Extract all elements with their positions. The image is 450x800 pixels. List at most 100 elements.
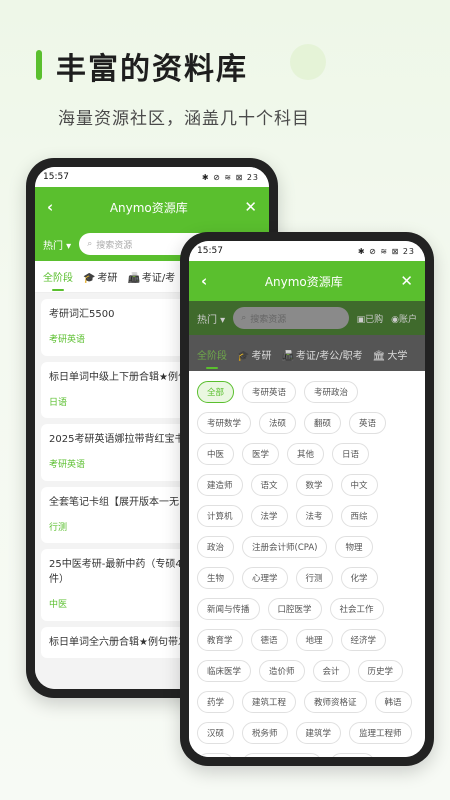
front-header: 热门 ▾ ⌕ 搜索资源 ▣已购 ◉账户 全阶段 🎓 考研 📠 考证/考公/职考 🏛 大… — [189, 301, 425, 373]
graduate-icon: 🎓 — [237, 350, 250, 362]
search-icon: ⌕ — [241, 313, 247, 323]
status-icons: ✱ ⊘ ≋ ⊠ 23 — [201, 172, 259, 182]
hot-dropdown[interactable]: 热门 ▾ — [197, 311, 225, 326]
title-accent-bar — [36, 50, 42, 80]
phone-front: 15:57 ✱ ⊘ ≋ ⊠ 23 ‹ Anymo资源库 ✕ 热门 ▾ ⌕ 搜索资… — [180, 232, 434, 766]
subject-chip[interactable]: 心理学 — [242, 567, 288, 589]
subject-chip[interactable]: 历史学 — [357, 660, 404, 682]
hot-dropdown[interactable]: 热门 ▾ — [43, 237, 71, 252]
subject-chip[interactable]: 汉硕 — [197, 722, 235, 744]
subject-chip[interactable]: 管理学 — [329, 753, 376, 757]
subject-chip[interactable]: 政治 — [197, 536, 235, 558]
subject-chip[interactable]: 德语 — [250, 629, 288, 651]
subject-chip[interactable]: 药学 — [197, 691, 235, 713]
graduate-icon: 🎓 — [83, 273, 96, 284]
account-link[interactable]: ◉账户 — [391, 312, 417, 325]
app-title: Anymo资源库 — [109, 200, 188, 215]
search-input[interactable]: ⌕ 搜索资源 — [233, 307, 349, 329]
subject-chip[interactable]: 生物 — [197, 567, 235, 589]
tab-all-stages[interactable]: 全阶段 — [197, 347, 227, 369]
subject-chip[interactable]: 注册安全工程师 — [242, 753, 322, 757]
tab-university[interactable]: 🏛 大学 — [373, 347, 408, 362]
tab-kaoyan[interactable]: 🎓 考研 — [83, 269, 117, 284]
search-placeholder: 搜索资源 — [96, 240, 133, 251]
subject-chip[interactable]: 注册会计师(CPA) — [242, 536, 328, 558]
subject-chip[interactable]: 教育学 — [197, 629, 243, 651]
subject-chip[interactable]: 西综 — [340, 505, 378, 527]
app-bar: ‹ Anymo资源库 ✕ — [35, 187, 269, 227]
subject-chip[interactable]: 建造师 — [197, 474, 243, 496]
app-title: Anymo资源库 — [264, 274, 343, 289]
subject-chip[interactable]: 临床医学 — [197, 660, 252, 682]
subject-chip[interactable]: 法学 — [250, 505, 288, 527]
search-row: 热门 ▾ ⌕ 搜索资源 ▣已购 ◉账户 — [189, 301, 425, 335]
tab-certificate[interactable]: 📠 考证/考 — [127, 269, 175, 284]
exam-icon: 📠 — [127, 273, 140, 284]
subject-chip[interactable]: 日语 — [332, 443, 370, 465]
status-icons: ✱ ⊘ ≋ ⊠ 23 — [357, 246, 415, 256]
promo-subtitle: 海量资源社区，涵盖几十个科目 — [58, 109, 310, 129]
subject-chip[interactable]: 全部 — [197, 381, 235, 403]
subject-chip[interactable]: 建筑工程 — [242, 691, 297, 713]
subject-chip[interactable]: 化学 — [340, 567, 378, 589]
subject-chip[interactable]: 物理 — [335, 536, 373, 558]
status-time: 15:57 — [197, 246, 223, 256]
subject-chip[interactable]: 行测 — [295, 567, 333, 589]
subject-chip[interactable]: 法考 — [295, 505, 333, 527]
subject-chip[interactable]: 语文 — [250, 474, 288, 496]
account-label: 账户 — [398, 314, 417, 325]
subject-chips: 全部 考研英语 考研政治考研数学 法硕 翻硕 英语中医 医学 其他 日语建造师 语文 数学 中文计算机… — [197, 381, 417, 757]
status-bar: 15:57 ✱ ⊘ ≋ ⊠ 23 — [189, 241, 425, 261]
subject-chip[interactable]: 计算机 — [197, 505, 243, 527]
chevron-left-icon[interactable]: ‹ — [47, 198, 53, 216]
phone-front-screen: 15:57 ✱ ⊘ ≋ ⊠ 23 ‹ Anymo资源库 ✕ 热门 ▾ ⌕ 搜索资… — [189, 241, 425, 757]
subject-chip[interactable]: 口腔医学 — [267, 598, 322, 620]
subject-chip[interactable]: 会计 — [312, 660, 350, 682]
subject-chip[interactable]: 法硕 — [259, 412, 297, 434]
search-icon: ⌕ — [87, 239, 93, 249]
tab-university-label: 大学 — [387, 350, 408, 362]
subject-chip[interactable]: 经济学 — [340, 629, 387, 651]
subject-chip[interactable]: 考研政治 — [304, 381, 359, 403]
category-tabs: 全阶段 🎓 考研 📠 考证/考公/职考 🏛 大学 — [189, 335, 425, 373]
subject-chip[interactable]: 造价师 — [259, 660, 305, 682]
subject-chip[interactable]: 医学 — [242, 443, 280, 465]
status-bar: 15:57 ✱ ⊘ ≋ ⊠ 23 — [35, 167, 269, 187]
subject-chip[interactable]: 考研数学 — [197, 412, 252, 434]
subject-chip[interactable]: 历史 — [197, 753, 235, 757]
subject-chip[interactable]: 建筑学 — [295, 722, 342, 744]
close-icon[interactable]: ✕ — [244, 198, 257, 216]
subject-chip[interactable]: 数学 — [295, 474, 333, 496]
subject-chip[interactable]: 监理工程师 — [349, 722, 412, 744]
chevron-left-icon[interactable]: ‹ — [201, 272, 207, 290]
university-icon: 🏛 — [372, 350, 386, 362]
subject-chip[interactable]: 中文 — [340, 474, 378, 496]
subject-filter-panel: 全部 考研英语 考研政治考研数学 法硕 翻硕 英语中医 医学 其他 日语建造师 语文 数学 中文计算机… — [189, 371, 425, 757]
subject-chip[interactable]: 英语 — [349, 412, 387, 434]
tab-kaoyan-label: 考研 — [97, 273, 118, 284]
subject-chip[interactable]: 新闻与传播 — [197, 598, 260, 620]
subject-chip[interactable]: 考研英语 — [242, 381, 297, 403]
search-placeholder: 搜索资源 — [250, 314, 287, 325]
tab-certificate-label: 考证/考 — [141, 273, 176, 284]
tab-kaoyan-label: 考研 — [251, 350, 272, 362]
tab-all-stages[interactable]: 全阶段 — [43, 269, 73, 291]
exam-icon: 📠 — [281, 350, 294, 362]
purchased-link[interactable]: ▣已购 — [357, 312, 384, 325]
app-bar: ‹ Anymo资源库 ✕ — [189, 261, 425, 301]
subject-chip[interactable]: 其他 — [287, 443, 325, 465]
status-time: 15:57 — [43, 172, 69, 182]
subject-chip[interactable]: 翻硕 — [304, 412, 342, 434]
subject-chip[interactable]: 教师资格证 — [304, 691, 367, 713]
tab-certificate[interactable]: 📠 考证/考公/职考 — [281, 347, 362, 362]
purchased-label: 已购 — [365, 314, 384, 325]
subject-chip[interactable]: 地理 — [295, 629, 333, 651]
promo-title: 丰富的资料库 — [56, 52, 248, 87]
subject-chip[interactable]: 中医 — [197, 443, 235, 465]
close-icon[interactable]: ✕ — [400, 272, 413, 290]
tab-kaoyan[interactable]: 🎓 考研 — [237, 347, 271, 362]
subject-chip[interactable]: 税务师 — [242, 722, 288, 744]
tab-certificate-label: 考证/考公/职考 — [295, 350, 363, 362]
subject-chip[interactable]: 社会工作 — [329, 598, 384, 620]
subject-chip[interactable]: 韩语 — [374, 691, 412, 713]
